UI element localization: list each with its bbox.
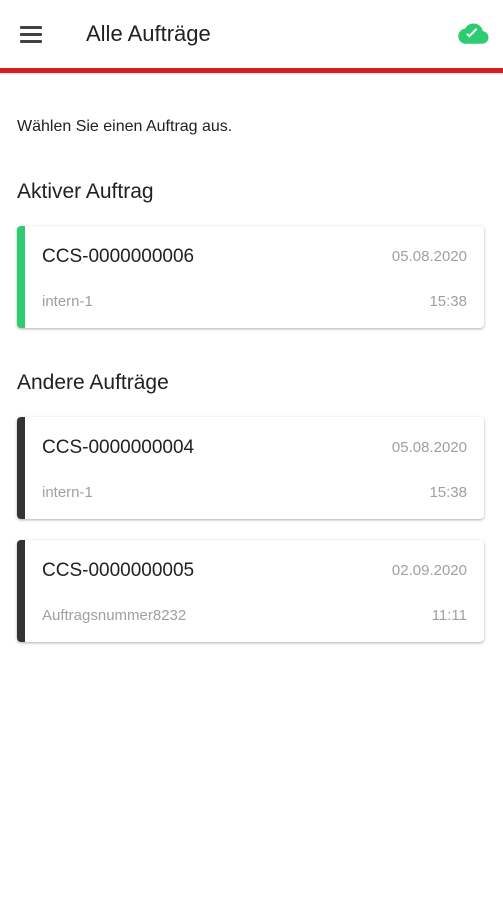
order-card[interactable]: CCS-0000000004 05.08.2020 intern-1 15:38	[17, 417, 484, 519]
order-subtitle: Auftragsnummer8232	[42, 607, 187, 624]
order-time: 15:38	[429, 293, 467, 310]
order-id: CCS-0000000005	[42, 560, 195, 581]
instruction-text: Wählen Sie einen Auftrag aus.	[17, 118, 233, 135]
section-title-other: Andere Aufträge	[17, 371, 169, 394]
order-time: 15:38	[429, 484, 467, 501]
app-bar: Alle Aufträge	[0, 0, 503, 68]
hamburger-menu-icon[interactable]	[14, 18, 50, 50]
order-date: 02.09.2020	[391, 562, 467, 579]
order-id: CCS-0000000006	[42, 246, 195, 267]
order-subtitle: intern-1	[42, 293, 93, 310]
section-title-active: Aktiver Auftrag	[17, 180, 154, 203]
cloud-done-icon-graphic	[458, 23, 489, 44]
status-bar	[17, 540, 25, 642]
menu-line	[20, 40, 42, 43]
order-card[interactable]: CCS-0000000005 02.09.2020 Auftragsnummer…	[17, 540, 484, 642]
order-id: CCS-0000000004	[42, 437, 195, 458]
order-date: 05.08.2020	[391, 248, 467, 265]
app-bar-shadow	[0, 73, 503, 76]
order-subtitle: intern-1	[42, 484, 93, 501]
menu-line	[20, 26, 42, 29]
menu-line	[20, 33, 42, 36]
status-bar	[17, 417, 25, 519]
cloud-done-icon[interactable]	[457, 22, 489, 46]
order-date: 05.08.2020	[391, 439, 467, 456]
order-time: 11:11	[431, 607, 467, 624]
status-bar-active	[17, 226, 25, 328]
order-card-active[interactable]: CCS-0000000006 05.08.2020 intern-1 15:38	[17, 226, 484, 328]
page-title: Alle Aufträge	[86, 21, 211, 46]
